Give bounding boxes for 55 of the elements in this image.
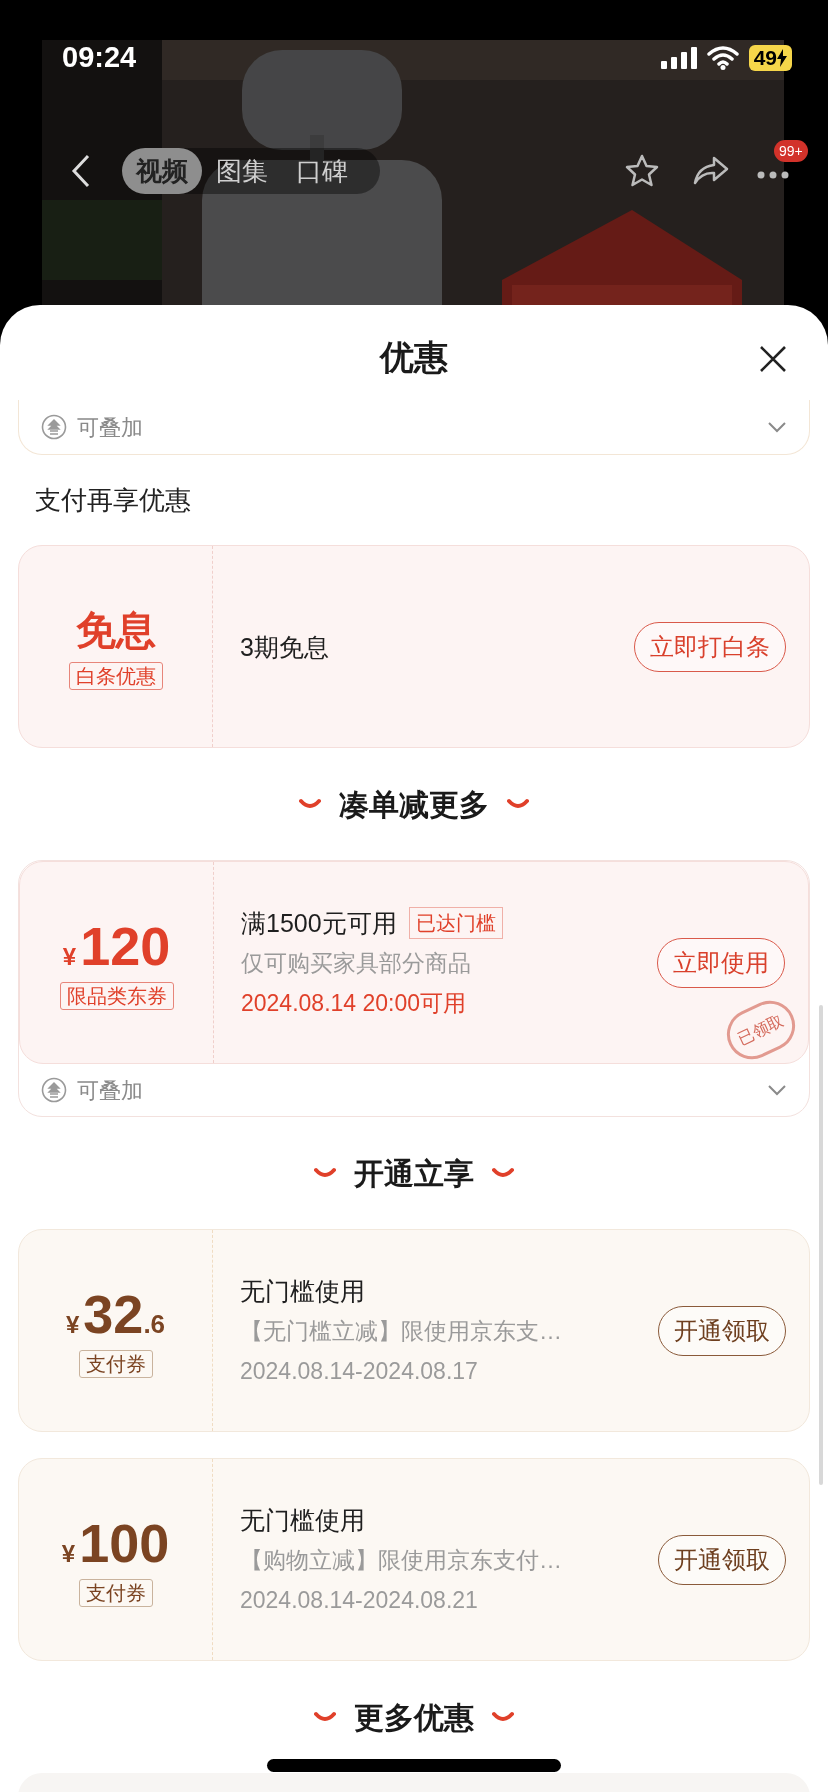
notification-badge: 99+ bbox=[774, 140, 808, 162]
validity-text: 2024.08.14-2024.08.21 bbox=[240, 1585, 479, 1615]
close-icon[interactable] bbox=[759, 345, 787, 373]
coupon-text: 【购物立减】限使用京东支付… bbox=[240, 1545, 563, 1575]
status-time: 09:24 bbox=[62, 40, 137, 75]
section-heading: 凑单减更多 bbox=[339, 786, 489, 823]
stack-icon bbox=[41, 414, 67, 440]
more-icon[interactable] bbox=[756, 170, 790, 180]
coupon-text: 【无门槛立减】限使用京东支… bbox=[240, 1316, 563, 1346]
coupon-button[interactable]: 开通领取 bbox=[658, 1305, 786, 1356]
sheet-title: 优惠 bbox=[380, 337, 448, 378]
chevron-down-icon[interactable] bbox=[767, 421, 787, 433]
coupon-text: 无门槛使用 bbox=[240, 1504, 365, 1536]
curve-icon bbox=[492, 1711, 514, 1723]
media-tab[interactable]: 口碑 bbox=[282, 148, 362, 194]
stack-icon bbox=[41, 1077, 67, 1103]
validity-text: 2024.08.14-2024.08.17 bbox=[240, 1356, 479, 1386]
currency-symbol: ¥ bbox=[61, 1538, 76, 1569]
curve-icon bbox=[314, 1711, 336, 1723]
coupon-tag: 支付券 bbox=[78, 1349, 153, 1378]
coupon-tag: 白条优惠 bbox=[68, 661, 163, 690]
status-badge: 已达门槛 bbox=[408, 906, 503, 939]
currency-symbol: ¥ bbox=[65, 1309, 80, 1340]
coupon-amount: 120 bbox=[80, 915, 171, 976]
coupon-title: 免息 bbox=[75, 606, 156, 654]
coupon-text: 无门槛使用 bbox=[240, 1275, 365, 1307]
star-icon[interactable] bbox=[624, 153, 660, 189]
chevron-down-icon[interactable] bbox=[767, 1084, 787, 1096]
section-heading: 更多优惠 bbox=[354, 1699, 474, 1736]
coupon-tag: 支付券 bbox=[78, 1578, 153, 1607]
curve-icon bbox=[492, 1167, 514, 1179]
validity-text: 2024.08.14 20:00可用 bbox=[241, 988, 468, 1018]
stack-label: 可叠加 bbox=[77, 413, 144, 442]
back-icon[interactable] bbox=[70, 153, 92, 189]
coupon-button[interactable]: 开通领取 bbox=[658, 1534, 786, 1585]
wifi-icon bbox=[706, 45, 739, 70]
coupon-text: 3期免息 bbox=[240, 631, 329, 663]
coupon-tag: 限品类东券 bbox=[59, 981, 174, 1010]
stack-label: 可叠加 bbox=[77, 1076, 144, 1105]
coupon-button[interactable]: 立即打白条 bbox=[634, 621, 786, 672]
share-icon[interactable] bbox=[692, 155, 730, 187]
currency-symbol: ¥ bbox=[62, 941, 77, 972]
coupon-amount: 100 bbox=[79, 1512, 170, 1573]
curve-icon bbox=[314, 1167, 336, 1179]
coupon-text: 仅可购买家具部分商品 bbox=[241, 948, 472, 978]
media-tab[interactable]: 图集 bbox=[202, 148, 282, 194]
curve-icon bbox=[507, 798, 529, 810]
section-subtitle: 支付再享优惠 bbox=[35, 483, 191, 517]
section-heading: 开通立享 bbox=[354, 1155, 474, 1192]
coupon-text: 满1500元可用 bbox=[241, 907, 397, 939]
coupon-button[interactable]: 立即使用 bbox=[657, 937, 785, 988]
signal-icon bbox=[660, 46, 697, 69]
coupon-amount: 32 bbox=[83, 1283, 144, 1344]
curve-icon bbox=[299, 798, 321, 810]
coupon-decimals: .6 bbox=[143, 1307, 166, 1341]
